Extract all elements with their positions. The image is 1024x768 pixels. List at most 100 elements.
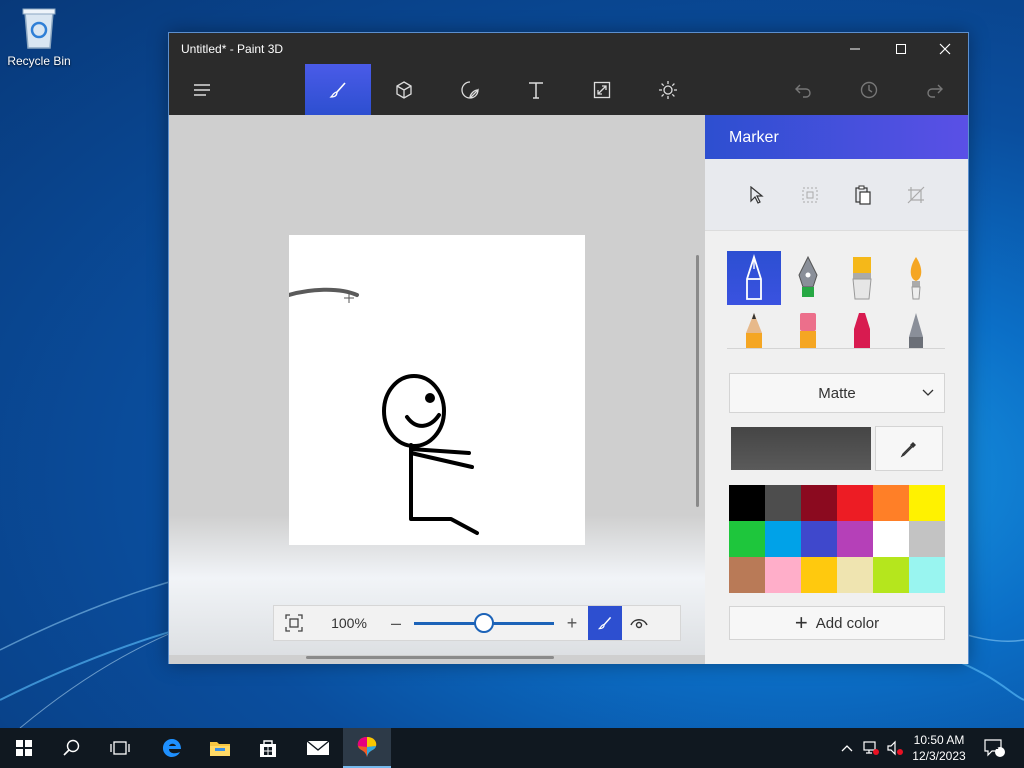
history-button[interactable]	[836, 64, 902, 115]
add-color-label: Add color	[815, 614, 880, 632]
finish-value: Matte	[818, 384, 856, 402]
fit-screen-icon	[285, 614, 303, 632]
window-title: Untitled* - Paint 3D	[181, 42, 284, 56]
edge-taskbar-button[interactable]	[148, 728, 196, 768]
volume-status[interactable]	[884, 728, 906, 768]
add-color-button[interactable]: + Add color	[729, 606, 945, 640]
cube-icon	[396, 80, 412, 99]
close-icon	[939, 43, 951, 54]
sticker-icon	[461, 80, 479, 99]
zoom-in-button[interactable]: +	[560, 613, 584, 634]
oil-brush-icon	[852, 257, 872, 300]
task-view-icon	[110, 741, 130, 755]
file-explorer-icon	[210, 742, 230, 756]
select-icon[interactable]	[798, 183, 822, 207]
cursor-icon[interactable]	[745, 183, 769, 207]
system-clock[interactable]: 10:50 AM 12/3/2023	[904, 732, 974, 764]
crayon-brush[interactable]	[835, 305, 889, 348]
recycle-bin[interactable]: Recycle Bin	[4, 6, 74, 68]
zoom-out-button[interactable]: –	[384, 613, 408, 634]
start-button[interactable]	[0, 728, 48, 768]
mail-taskbar-button[interactable]	[294, 728, 342, 768]
eyedropper-icon	[900, 441, 916, 457]
3d-shapes-tab[interactable]	[371, 64, 437, 115]
brushes-tab[interactable]	[305, 64, 371, 115]
palette-swatch[interactable]	[765, 557, 801, 593]
text-icon	[529, 81, 543, 99]
palette-swatch[interactable]	[729, 521, 765, 557]
task-view-button[interactable]	[96, 728, 144, 768]
palette-swatch[interactable]	[801, 557, 837, 593]
palette-swatch[interactable]	[837, 557, 873, 593]
search-button[interactable]	[48, 728, 96, 768]
canvas-tab[interactable]	[569, 64, 635, 115]
brush-grid	[727, 249, 945, 349]
show-hidden-icons-button[interactable]	[836, 728, 858, 768]
palette-swatch[interactable]	[801, 521, 837, 557]
palette-swatch[interactable]	[765, 485, 801, 521]
palette-swatch[interactable]	[909, 485, 945, 521]
watercolor-icon	[910, 257, 922, 300]
palette-swatch[interactable]	[801, 485, 837, 521]
calligraphy-pen-brush[interactable]	[781, 251, 835, 305]
paste-icon[interactable]	[851, 183, 875, 207]
drawing-canvas[interactable]	[287, 235, 585, 545]
fit-to-window-button[interactable]	[274, 606, 314, 640]
palette-swatch[interactable]	[873, 557, 909, 593]
palette-swatch[interactable]	[837, 485, 873, 521]
maximize-button[interactable]	[878, 33, 924, 64]
minimize-button[interactable]	[832, 33, 878, 64]
palette-swatch[interactable]	[765, 521, 801, 557]
palette-swatch[interactable]	[837, 521, 873, 557]
store-taskbar-button[interactable]	[244, 728, 292, 768]
file-explorer-taskbar-button[interactable]	[196, 728, 244, 768]
zoom-bar: 100% – +	[273, 605, 681, 641]
marker-brush[interactable]	[727, 251, 781, 305]
redo-button[interactable]	[902, 64, 968, 115]
watercolor-brush[interactable]	[889, 251, 943, 305]
palette-swatch[interactable]	[729, 485, 765, 521]
sun-icon	[659, 80, 677, 99]
vertical-scrollbar[interactable]	[696, 255, 699, 507]
zoom-slider[interactable]	[414, 606, 554, 640]
palette-swatch[interactable]	[909, 557, 945, 593]
network-status[interactable]	[860, 728, 882, 768]
close-button[interactable]	[922, 33, 968, 64]
clock-date: 12/3/2023	[912, 749, 966, 763]
undo-button[interactable]	[770, 64, 836, 115]
action-center-button[interactable]: 2	[980, 728, 1010, 768]
main-toolbar	[169, 64, 968, 115]
brush-icon	[329, 81, 346, 98]
current-color-swatch[interactable]	[731, 427, 871, 470]
redo-icon	[927, 84, 943, 98]
palette-swatch[interactable]	[729, 557, 765, 593]
volume-muted-icon	[887, 740, 903, 756]
edge-icon	[162, 738, 181, 757]
crop-icon[interactable]	[904, 183, 928, 207]
eraser-brush[interactable]	[781, 305, 835, 348]
menu-button[interactable]	[169, 64, 235, 115]
palette-swatch[interactable]	[873, 485, 909, 521]
effects-tab[interactable]	[635, 64, 701, 115]
pixel-pen-icon	[909, 313, 923, 348]
oil-brush[interactable]	[835, 251, 889, 305]
mail-icon	[306, 740, 330, 755]
finish-dropdown[interactable]: Matte	[729, 373, 945, 413]
pencil-icon	[746, 313, 762, 348]
minimize-icon	[850, 48, 860, 49]
eyedropper-button[interactable]	[875, 426, 943, 471]
stickers-tab[interactable]	[437, 64, 503, 115]
paint3d-taskbar-button[interactable]	[343, 728, 391, 768]
pencil-brush[interactable]	[727, 305, 781, 348]
text-tab[interactable]	[503, 64, 569, 115]
view-mode-toggle[interactable]	[622, 606, 656, 640]
horizontal-scrollbar[interactable]	[306, 656, 554, 659]
palette-swatch[interactable]	[873, 521, 909, 557]
clock-time: 10:50 AM	[913, 733, 965, 747]
brush-mode-toggle[interactable]	[588, 606, 622, 640]
canvas-workspace[interactable]: 100% – +	[169, 115, 705, 664]
palette-swatch[interactable]	[909, 521, 945, 557]
zoom-slider-thumb[interactable]	[474, 613, 494, 633]
title-bar: Untitled* - Paint 3D	[169, 33, 968, 64]
pixel-pen-brush[interactable]	[889, 305, 943, 348]
